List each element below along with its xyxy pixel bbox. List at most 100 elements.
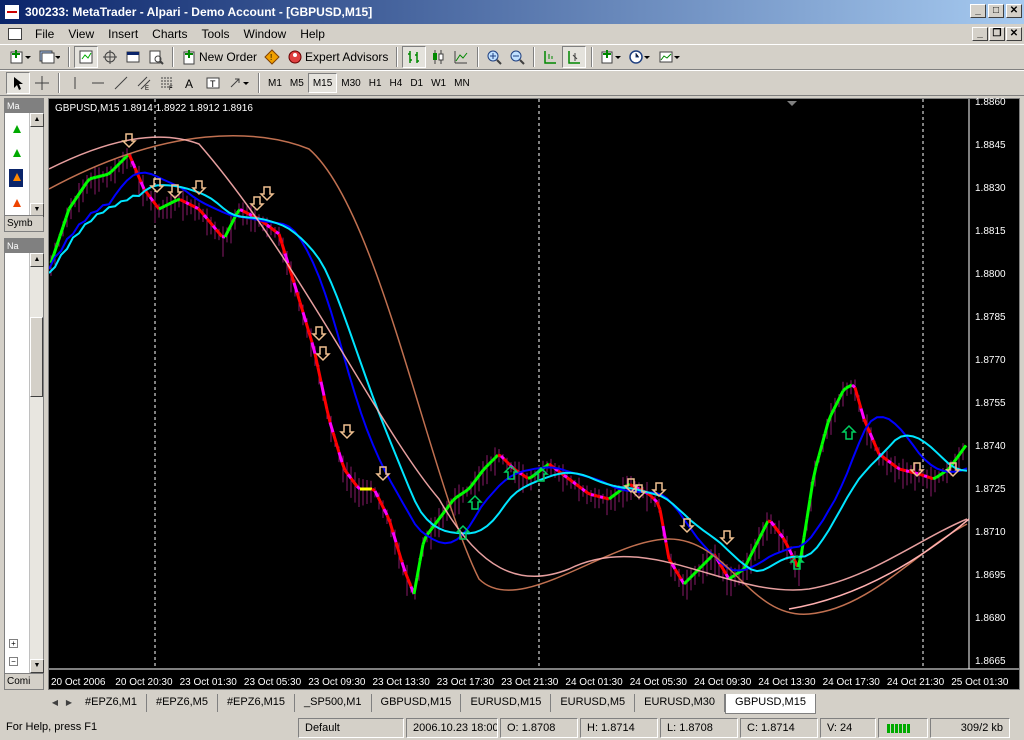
market-watch-button[interactable] (74, 46, 98, 68)
timeframe-d1[interactable]: D1 (406, 73, 427, 93)
zoom-in-button[interactable] (483, 46, 505, 68)
price-segment (272, 228, 277, 233)
new-order-button[interactable]: New Order (178, 46, 260, 68)
child-close-button[interactable]: ✕ (1006, 27, 1022, 41)
price-segment (884, 457, 889, 462)
price-segment (700, 561, 707, 568)
menu-file[interactable]: File (28, 27, 61, 41)
chart-tab[interactable]: #EPZ6,M5 (147, 694, 218, 712)
arrows-button[interactable] (225, 72, 253, 94)
timeframe-w1[interactable]: W1 (427, 73, 450, 93)
chart-tab[interactable]: GBPUSD,M15 (725, 694, 816, 714)
crosshair-button[interactable] (31, 72, 53, 94)
time-tick-label: 24 Oct 09:30 (694, 677, 752, 688)
expert-advisors-button[interactable]: Expert Advisors (284, 46, 391, 68)
price-segment (760, 526, 767, 534)
text-label-button[interactable]: T (202, 72, 224, 94)
title-bar: 300233: MetaTrader - Alpari - Demo Accou… (0, 0, 1024, 24)
new-chart-button[interactable] (6, 46, 34, 68)
minimize-button[interactable]: _ (970, 4, 986, 18)
scroll-up-button[interactable]: ▲ (30, 253, 44, 267)
timeframe-m30[interactable]: M30 (337, 73, 364, 93)
timeframe-m1[interactable]: M1 (264, 73, 286, 93)
equidistant-channel-button[interactable]: E (133, 72, 155, 94)
child-minimize-button[interactable]: _ (972, 27, 988, 41)
close-button[interactable]: ✕ (1006, 4, 1022, 18)
price-segment (808, 480, 815, 500)
status-close: C: 1.8714 (740, 718, 818, 738)
fibonacci-button[interactable]: F (156, 72, 178, 94)
candlestick-button[interactable] (427, 46, 449, 68)
price-segment (92, 175, 97, 180)
price-tick-label: 1.8860 (975, 97, 1006, 108)
chart-window-icon[interactable] (8, 28, 22, 40)
line-chart-button[interactable] (450, 46, 472, 68)
navigator-header[interactable]: Na (5, 239, 43, 253)
menu-tools[interactable]: Tools (195, 27, 237, 41)
maximize-button[interactable]: □ (988, 4, 1004, 18)
autoscroll-button[interactable] (539, 46, 561, 68)
metaeditor-button[interactable]: ! (261, 46, 283, 68)
expand-tree-icon[interactable]: + (9, 639, 18, 648)
periods-button[interactable] (626, 46, 654, 68)
strategy-tester-button[interactable] (145, 46, 167, 68)
text-button[interactable]: A (179, 72, 201, 94)
menu-window[interactable]: Window (237, 27, 294, 41)
menu-view[interactable]: View (61, 27, 101, 41)
common-tab[interactable]: Comi (5, 673, 43, 689)
chart-tab[interactable]: EURUSD,M5 (551, 694, 636, 712)
zoom-out-button[interactable] (506, 46, 528, 68)
chart-shift-button[interactable] (562, 46, 587, 68)
menu-insert[interactable]: Insert (101, 27, 145, 41)
timeframe-mn[interactable]: MN (450, 73, 474, 93)
time-tick-label: 20 Oct 20:30 (115, 677, 173, 688)
price-segment (427, 527, 434, 534)
app-icon (4, 4, 20, 20)
terminal-button[interactable] (122, 46, 144, 68)
chart-tab[interactable]: EURUSD,M30 (635, 694, 726, 712)
cursor-button[interactable] (6, 72, 30, 94)
tab-scroll-left-icon[interactable]: ◀ (48, 696, 62, 710)
market-watch-header[interactable]: Ma (5, 99, 43, 113)
child-restore-button[interactable]: ❐ (989, 27, 1005, 41)
menu-help[interactable]: Help (293, 27, 332, 41)
timeframe-h4[interactable]: H4 (386, 73, 407, 93)
horizontal-line-button[interactable] (87, 72, 109, 94)
price-segment (161, 204, 166, 209)
chart-tab[interactable]: #EPZ6,M1 (76, 694, 147, 712)
market-watch-scrollbar[interactable]: ▲ ▼ (29, 113, 44, 217)
scroll-down-button[interactable]: ▼ (30, 659, 44, 673)
scroll-up-button[interactable]: ▲ (30, 113, 44, 127)
chart-tab[interactable]: #EPZ6,M15 (218, 694, 296, 712)
price-segment (799, 537, 806, 557)
timeframe-m5[interactable]: M5 (286, 73, 308, 93)
menu-bar: File View Insert Charts Tools Window Hel… (0, 24, 1024, 44)
trendline-button[interactable] (110, 72, 132, 94)
status-datetime: 2006.10.23 18:00 (406, 718, 498, 738)
vertical-line-button[interactable] (64, 72, 86, 94)
separator (258, 73, 260, 93)
separator (68, 47, 70, 67)
profiles-button[interactable] (35, 46, 63, 68)
timeframe-m15[interactable]: M15 (307, 73, 338, 93)
indicators-button[interactable] (597, 46, 625, 68)
bar-chart-button[interactable] (402, 46, 427, 68)
collapse-tree-icon[interactable]: − (9, 657, 18, 666)
timeframe-h1[interactable]: H1 (365, 73, 386, 93)
menu-charts[interactable]: Charts (145, 27, 194, 41)
chart-tab[interactable]: GBPUSD,M15 (372, 694, 462, 712)
chart-tab[interactable]: EURUSD,M15 (461, 694, 552, 712)
chart-tab[interactable]: _SP500,M1 (295, 694, 372, 712)
tab-scroll-right-icon[interactable]: ▶ (62, 696, 76, 710)
separator (58, 73, 60, 93)
scroll-thumb[interactable] (30, 317, 43, 397)
status-low: L: 1.8708 (660, 718, 738, 738)
price-chart[interactable]: GBPUSD,M15 1.8914 1.8922 1.8912 1.8916 1… (48, 97, 1020, 690)
templates-button[interactable] (655, 46, 683, 68)
symbols-tab[interactable]: Symb (5, 215, 43, 231)
chart-canvas[interactable] (49, 99, 1019, 689)
price-segment (772, 524, 779, 531)
price-segment (127, 153, 134, 162)
navigator-button[interactable] (99, 46, 121, 68)
navigator-scrollbar[interactable]: ▲ ▼ (29, 253, 44, 673)
